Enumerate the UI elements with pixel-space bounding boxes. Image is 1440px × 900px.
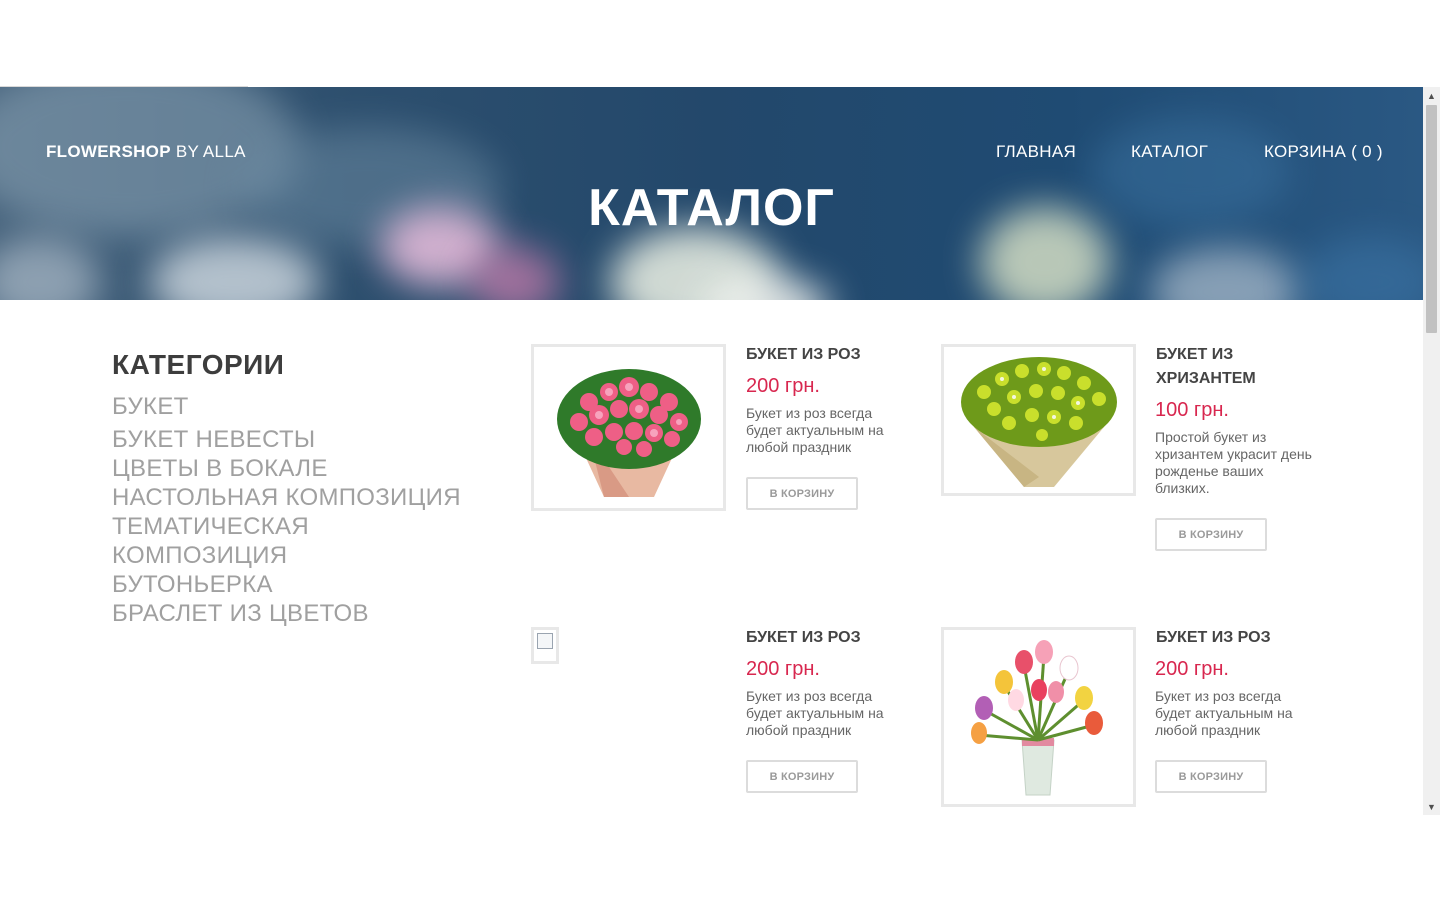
add-to-cart-button[interactable]: В КОРЗИНУ (1155, 518, 1267, 551)
nav-home[interactable]: ГЛАВНАЯ (996, 142, 1076, 162)
category-item[interactable]: БРАСЛЕТ ИЗ ЦВЕТОВ (112, 599, 461, 628)
nav-catalog[interactable]: КАТАЛОГ (1131, 142, 1208, 162)
category-item[interactable]: БУТОНЬЕРКА (112, 570, 461, 599)
category-item[interactable]: БУКЕТ НЕВЕСТЫ (112, 425, 461, 454)
scroll-up-arrow-icon[interactable]: ▲ (1423, 87, 1440, 104)
product-description: Простой букет из хризантем украсит день … (1155, 429, 1312, 496)
hero-banner: FLOWERSHOP BY ALLA ГЛАВНАЯ КАТАЛОГ КОРЗИ… (0, 87, 1423, 300)
nav-cart[interactable]: КОРЗИНА ( 0 ) (1264, 142, 1383, 162)
scroll-down-arrow-icon[interactable]: ▼ (1423, 798, 1440, 815)
add-to-cart-button[interactable]: В КОРЗИНУ (1155, 760, 1267, 793)
page-viewport: FLOWERSHOP BY ALLA ГЛАВНАЯ КАТАЛОГ КОРЗИ… (0, 87, 1423, 815)
add-to-cart-button[interactable]: В КОРЗИНУ (746, 477, 858, 510)
category-list: БУКЕТ БУКЕТ НЕВЕСТЫ ЦВЕТЫ В БОКАЛЕ НАСТО… (112, 392, 461, 628)
add-to-cart-button[interactable]: В КОРЗИНУ (746, 760, 858, 793)
category-item[interactable]: БУКЕТ (112, 392, 461, 421)
category-item[interactable]: ЦВЕТЫ В БОКАЛЕ (112, 454, 461, 483)
category-item[interactable]: КОМПОЗИЦИЯ (112, 541, 461, 570)
product-name[interactable]: БУКЕТ ИЗ РОЗ (746, 626, 906, 650)
category-item[interactable]: ТЕМАТИЧЕСКАЯ (112, 512, 461, 541)
product-description: Букет из роз всегда будет актуальным на … (1155, 688, 1293, 738)
browser-top-area (0, 0, 1440, 87)
product-image-chrysanthemums[interactable] (941, 344, 1136, 496)
categories-heading: КАТЕГОРИИ (112, 349, 285, 380)
product-description: Букет из роз всегда будет актуальным на … (746, 405, 884, 455)
brand-logo[interactable]: FLOWERSHOP BY ALLA (46, 142, 246, 162)
product-description: Букет из роз всегда будет актуальным на … (746, 688, 884, 738)
product-price: 200 грн. (746, 658, 820, 680)
scrollbar-thumb[interactable] (1426, 105, 1437, 333)
broken-image-icon[interactable] (531, 627, 559, 664)
product-name[interactable]: БУКЕТ ИЗ РОЗ (746, 343, 906, 367)
product-name[interactable]: БУКЕТ ИЗ РОЗ (1156, 626, 1316, 650)
product-image-tulips[interactable] (941, 627, 1136, 807)
product-price: 100 грн. (1155, 399, 1229, 421)
vertical-scrollbar[interactable]: ▲ ▼ (1423, 87, 1440, 815)
product-price: 200 грн. (1155, 658, 1229, 680)
product-name[interactable]: БУКЕТ ИЗ ХРИЗАНТЕМ (1156, 343, 1316, 391)
page-title: КАТАЛОГ (588, 179, 835, 237)
product-price: 200 грн. (746, 375, 820, 397)
category-item[interactable]: НАСТОЛЬНАЯ КОМПОЗИЦИЯ (112, 483, 461, 512)
product-image-roses[interactable] (531, 344, 726, 511)
